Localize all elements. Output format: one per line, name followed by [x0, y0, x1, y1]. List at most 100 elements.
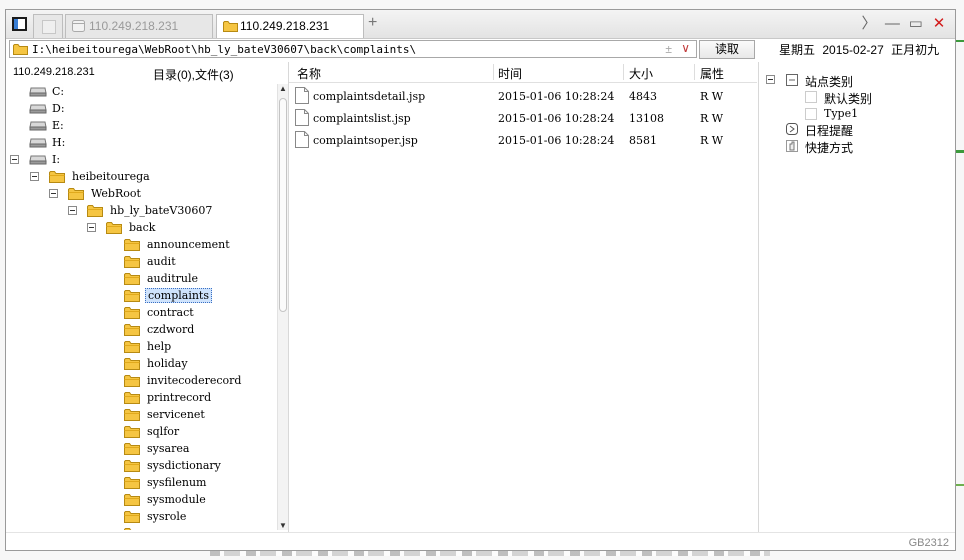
folder-icon	[124, 460, 140, 472]
date-display: 星期五 2015-02-27 正月初九	[779, 41, 939, 58]
dropdown-arrow-icon[interactable]: ∨	[681, 41, 690, 55]
weekday: 星期五	[779, 43, 816, 57]
folder-icon	[124, 511, 140, 523]
file-time: 2015-01-06 10:28:24	[498, 112, 615, 125]
col-name[interactable]: 名称	[297, 65, 321, 81]
file-list: complaintsdetail.jsp 2015-01-06 10:28:24 4…	[289, 86, 757, 152]
collapse-toggle-icon[interactable]	[49, 189, 58, 198]
collapse-toggle-icon[interactable]	[30, 172, 39, 181]
read-button[interactable]: 读取	[699, 40, 755, 59]
tab-blank[interactable]	[33, 14, 63, 38]
folder-icon	[124, 324, 140, 336]
new-tab-button[interactable]: +	[368, 14, 377, 32]
folder-icon	[124, 477, 140, 489]
folder-icon	[124, 392, 140, 404]
maximize-icon[interactable]: ▭	[906, 14, 926, 34]
folder-icon	[124, 528, 140, 530]
drive-icon	[29, 155, 47, 165]
col-size[interactable]: 大小	[629, 65, 653, 81]
tab-host-1[interactable]: 110.249.218.231	[65, 14, 213, 38]
scroll-thumb[interactable]	[279, 98, 287, 312]
tab-label: 110.249.218.231	[89, 19, 179, 33]
host-label: 110.249.218.231	[13, 66, 95, 78]
file-name: complaintsdetail.jsp	[313, 90, 426, 103]
file-name: complaintsoper.jsp	[313, 134, 418, 147]
scroll-up-icon[interactable]: ▲	[278, 84, 288, 93]
site-panel: 站点类别 默认类别 Type1 日程提醒 快捷方式	[758, 62, 955, 532]
file-row[interactable]: complaintslist.jsp 2015-01-06 10:28:24 131…	[289, 108, 757, 130]
file-manager-window: 110.249.218.231 110.249.218.231 + 〉 — ▭ …	[5, 9, 956, 551]
status-bar: GB2312	[6, 532, 955, 551]
folder-icon	[106, 222, 122, 234]
folder-icon	[223, 21, 238, 32]
folder-icon	[124, 426, 140, 438]
folder-icon	[13, 44, 28, 55]
dotted-box-icon	[805, 108, 817, 120]
folder-icon	[124, 409, 140, 421]
dotted-box-icon	[805, 91, 817, 103]
file-attr: R W	[700, 90, 724, 103]
category-box-icon	[786, 74, 798, 86]
folder-icon	[87, 205, 103, 217]
encoding-label: GB2312	[908, 537, 949, 549]
col-attr[interactable]: 属性	[700, 65, 724, 81]
tab-label: 110.249.218.231	[240, 19, 330, 33]
folder-icon	[124, 256, 140, 268]
drive-icon	[29, 138, 47, 148]
folder-icon	[68, 188, 84, 200]
folder-icon	[49, 171, 65, 183]
folder-icon	[124, 443, 140, 455]
col-time[interactable]: 时间	[498, 65, 522, 81]
title-bar: 110.249.218.231 110.249.218.231 + 〉 — ▭ …	[6, 10, 955, 39]
collapse-toggle-icon[interactable]	[68, 206, 77, 215]
plus-minus-icon[interactable]: ±	[665, 42, 672, 56]
app-icon[interactable]	[12, 17, 27, 31]
dir-file-count: 目录(0),文件(3)	[153, 68, 234, 82]
file-size: 4843	[629, 90, 657, 103]
folder-icon	[124, 239, 140, 251]
collapse-toggle-icon[interactable]	[10, 155, 19, 164]
window-icon	[72, 20, 85, 32]
tree-scrollbar[interactable]: ▲ ▼	[277, 84, 288, 530]
folder-icon	[124, 273, 140, 285]
file-time: 2015-01-06 10:28:24	[498, 134, 615, 147]
file-icon	[295, 87, 309, 104]
address-path: I:\heibeitourega\WebRoot\hb_ly_bateV3060…	[32, 43, 417, 56]
tab-host-2-active[interactable]: 110.249.218.231	[216, 14, 364, 38]
drive-icon	[29, 87, 47, 97]
close-icon[interactable]: ✕	[929, 14, 949, 34]
drive-icon	[29, 121, 47, 131]
scroll-down-icon[interactable]: ▼	[278, 521, 288, 530]
file-icon	[295, 109, 309, 126]
schedule-icon	[786, 123, 798, 135]
directory-tree: C: D: E: H: I: heibeitourega WebRoot hb_ly_bate…	[6, 84, 276, 530]
file-size: 8581	[629, 134, 657, 147]
folder-icon	[124, 358, 140, 370]
scroll-tabs-right-icon[interactable]: 〉	[859, 14, 879, 34]
drive-icon	[29, 104, 47, 114]
shortcut-hand-icon	[786, 140, 798, 152]
address-bar[interactable]: I:\heibeitourega\WebRoot\hb_ly_bateV3060…	[9, 40, 697, 58]
file-attr: R W	[700, 134, 724, 147]
file-name: complaintslist.jsp	[313, 112, 411, 125]
file-icon	[295, 131, 309, 148]
folder-icon	[124, 341, 140, 353]
window-controls: 〉 — ▭ ✕	[859, 14, 949, 34]
date: 2015-02-27	[822, 43, 884, 57]
file-time: 2015-01-06 10:28:24	[498, 90, 615, 103]
collapse-toggle-icon[interactable]	[87, 223, 96, 232]
file-attr: R W	[700, 112, 724, 125]
blank-page-icon	[42, 20, 56, 34]
folder-icon	[124, 375, 140, 387]
file-row[interactable]: complaintsdetail.jsp 2015-01-06 10:28:24 4…	[289, 86, 757, 108]
file-row[interactable]: complaintsoper.jsp 2015-01-06 10:28:24 858…	[289, 130, 757, 152]
folder-icon	[124, 494, 140, 506]
minimize-icon[interactable]: —	[882, 14, 902, 34]
folder-icon	[124, 307, 140, 319]
file-list-header: 名称 时间 大小 属性	[289, 62, 757, 83]
file-size: 13108	[629, 112, 664, 125]
tree-header: 110.249.218.231 目录(0),文件(3)	[6, 64, 287, 82]
collapse-toggle-icon[interactable]	[766, 75, 775, 84]
lunar-date: 正月初九	[891, 43, 940, 57]
folder-icon	[124, 290, 140, 302]
